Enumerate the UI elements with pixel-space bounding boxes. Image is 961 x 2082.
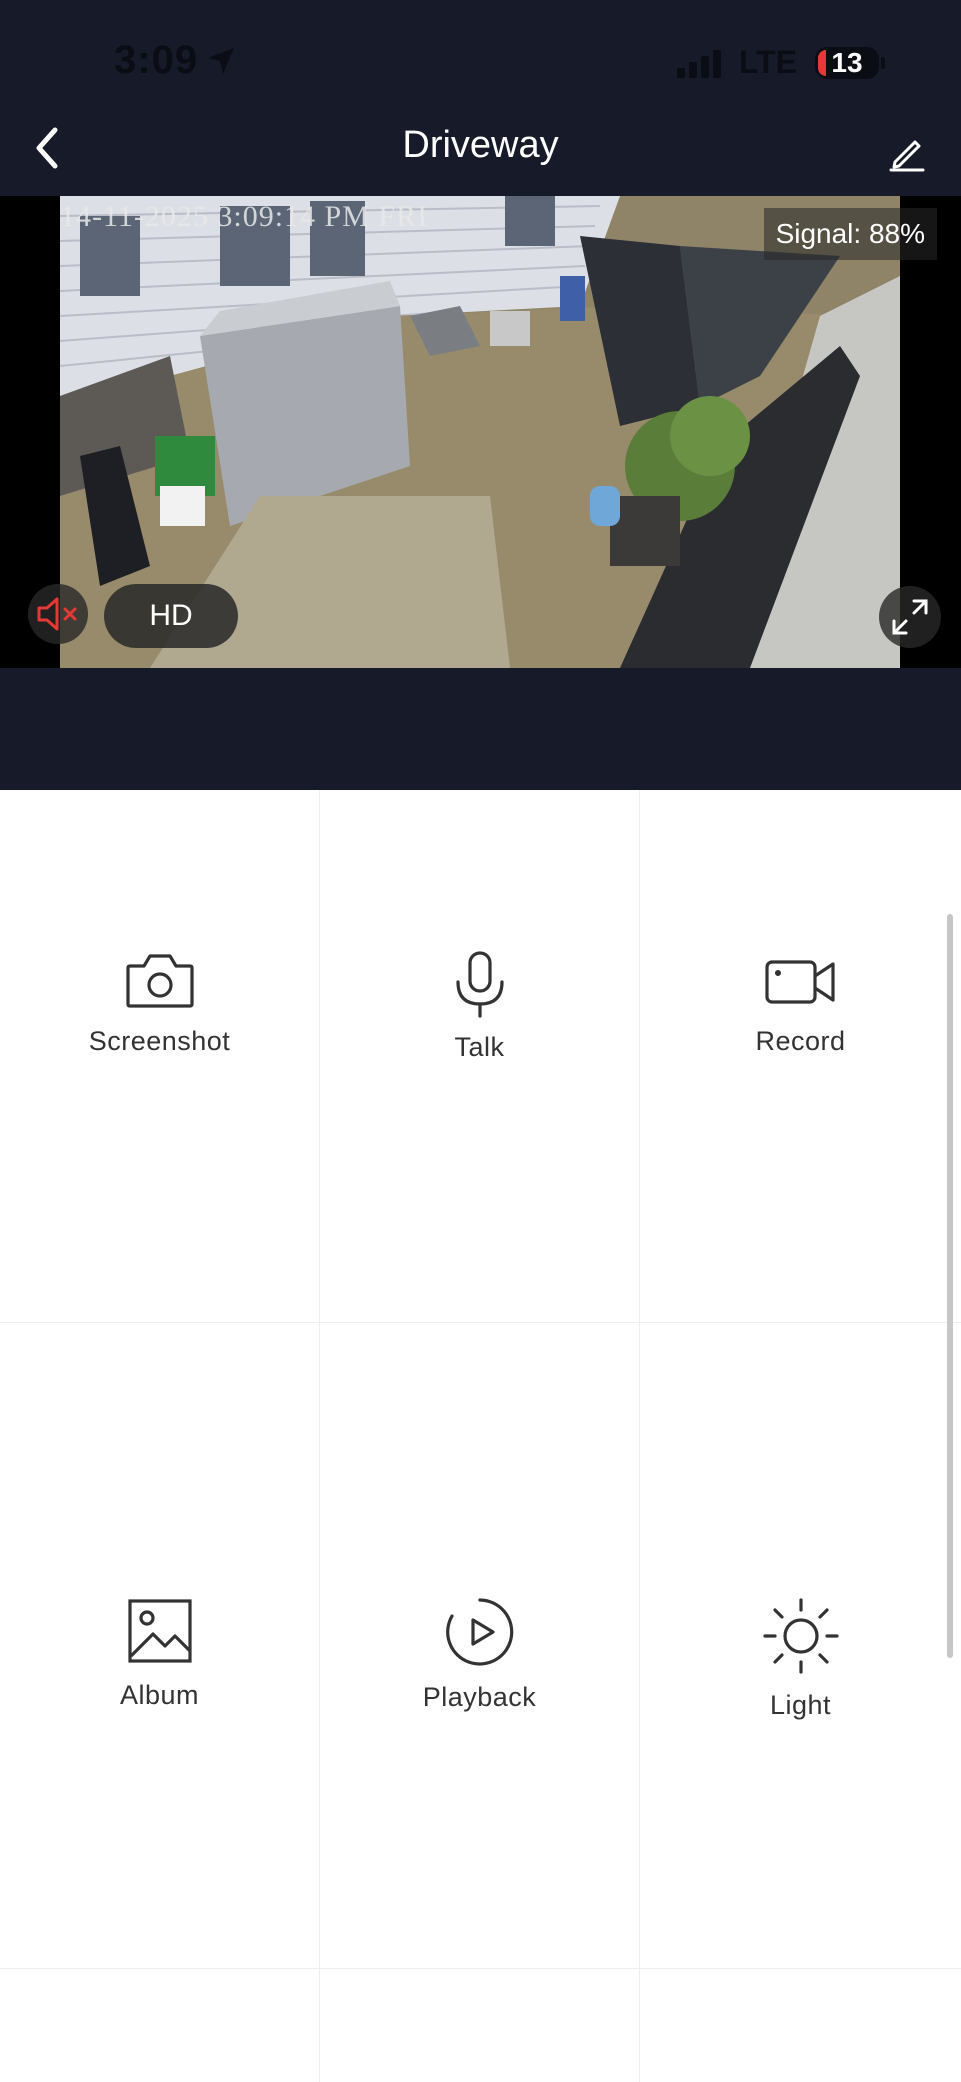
talk-label: Talk bbox=[454, 1032, 505, 1062]
album-button[interactable]: Album bbox=[0, 1596, 319, 1711]
signal-strength-label: Signal: 88% bbox=[763, 208, 937, 260]
cellular-signal-icon bbox=[676, 48, 721, 78]
light-label: Light bbox=[769, 1690, 832, 1720]
network-type: LTE bbox=[738, 44, 797, 80]
camera-live-view[interactable]: 14-11-2025 3:09:14 PM FRI Signal: 88% HD bbox=[0, 196, 961, 668]
controls-grid: Screenshot Talk Record Album Playback Li… bbox=[0, 790, 961, 2082]
video-timestamp: 14-11-2025 3:09:14 PM FRI bbox=[60, 200, 429, 233]
top-panel: 3:09 LTE 13 Driveway 14-11-2025 3:09:14 … bbox=[0, 0, 961, 790]
light-button[interactable]: Light bbox=[640, 1596, 961, 1721]
mute-button[interactable] bbox=[28, 584, 88, 644]
battery-icon: 13 bbox=[815, 46, 885, 79]
screenshot-label: Screenshot bbox=[88, 1026, 231, 1056]
record-label: Record bbox=[755, 1026, 846, 1056]
grid-divider bbox=[0, 1322, 961, 1323]
album-label: Album bbox=[119, 1680, 200, 1710]
edit-button[interactable] bbox=[877, 122, 937, 182]
talk-button[interactable]: Talk bbox=[320, 950, 639, 1063]
pencil-icon bbox=[889, 140, 925, 172]
sun-icon bbox=[762, 1598, 839, 1674]
fullscreen-button[interactable] bbox=[879, 586, 941, 648]
quality-toggle-button[interactable]: HD bbox=[104, 584, 238, 648]
playback-label: Playback bbox=[422, 1682, 537, 1712]
speaker-muted-icon bbox=[37, 597, 77, 631]
microphone-icon bbox=[455, 951, 504, 1018]
page-title: Driveway bbox=[402, 124, 559, 166]
status-indicators: LTE 13 bbox=[676, 44, 885, 81]
battery-level: 13 bbox=[831, 46, 863, 78]
grid-divider bbox=[0, 1968, 961, 1969]
screenshot-button[interactable]: Screenshot bbox=[0, 950, 319, 1057]
video-camera-icon bbox=[764, 960, 835, 1004]
record-button[interactable]: Record bbox=[640, 950, 961, 1057]
scrollbar[interactable] bbox=[947, 914, 953, 1658]
image-icon bbox=[127, 1599, 192, 1663]
playback-icon bbox=[445, 1598, 513, 1666]
camera-icon bbox=[125, 954, 194, 1008]
status-time: 3:09 bbox=[114, 38, 199, 82]
location-arrow-icon bbox=[206, 46, 236, 81]
expand-icon bbox=[892, 599, 928, 635]
playback-button[interactable]: Playback bbox=[320, 1596, 639, 1713]
